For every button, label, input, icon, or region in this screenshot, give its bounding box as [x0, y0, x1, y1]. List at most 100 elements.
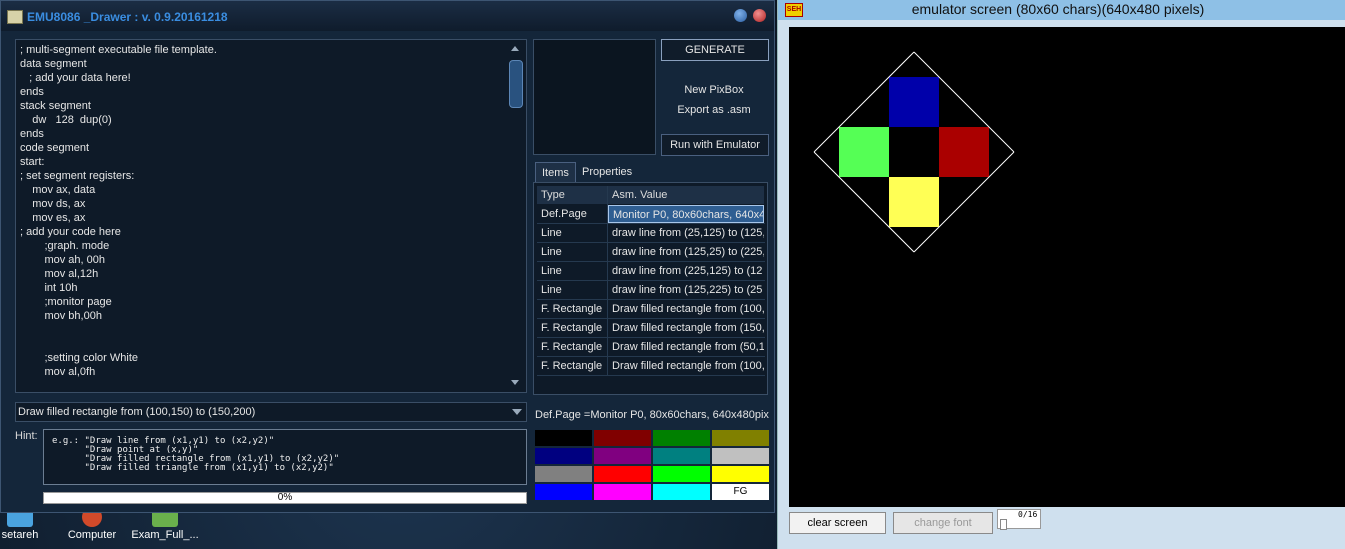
palette-swatch[interactable]	[712, 430, 769, 446]
scroll-up-icon[interactable]	[511, 46, 519, 51]
code-line: mov es, ax	[20, 212, 86, 224]
table-cell-value[interactable]: draw line from (125,225) to (25	[608, 281, 764, 299]
table-cell-value[interactable]: Draw filled rectangle from (150,	[608, 319, 764, 337]
table-cell-value[interactable]: draw line from (225,125) to (12	[608, 262, 764, 280]
new-pixbox-button[interactable]: New PixBox	[659, 84, 769, 96]
table-cell-value[interactable]: Draw filled rectangle from (50,1	[608, 338, 764, 356]
code-line: dw 128 dup(0)	[20, 114, 112, 126]
code-line: mov al,12h	[20, 268, 99, 280]
code-line: stack segment	[20, 100, 91, 112]
palette-swatch[interactable]: FG	[712, 484, 769, 500]
code-line: ends	[20, 128, 44, 140]
emulator-drawing	[813, 51, 1015, 253]
def-page-label: Def.Page =Monitor P0, 80x60chars, 640x48…	[535, 409, 769, 421]
filled-rectangle	[839, 127, 889, 177]
column-divider	[607, 186, 608, 376]
code-line: ;graph. mode	[20, 240, 110, 252]
palette-swatch[interactable]	[653, 430, 710, 446]
hint-line: "Draw filled triangle from (x1,y1) to (x…	[52, 463, 334, 473]
table-cell-type[interactable]: Line	[537, 262, 607, 280]
scrollbar-thumb[interactable]	[509, 60, 523, 108]
palette-swatch[interactable]	[712, 448, 769, 464]
generate-button[interactable]: GENERATE	[661, 39, 769, 61]
table-cell-type[interactable]: Def.Page	[537, 205, 607, 223]
code-line: ; set segment registers:	[20, 170, 135, 182]
table-cell-value[interactable]: Monitor P0, 80x60chars, 640x4	[608, 205, 764, 223]
hint-label: Hint:	[15, 430, 38, 442]
change-font-button[interactable]: change font	[893, 512, 993, 534]
command-input[interactable]: Draw filled rectangle from (100,150) to …	[15, 402, 527, 422]
row-divider	[537, 375, 765, 376]
palette-swatch[interactable]	[594, 430, 651, 446]
palette-swatch[interactable]	[535, 484, 592, 500]
code-line: int 10h	[20, 282, 78, 294]
font-counter: 0/16	[997, 509, 1041, 530]
palette-swatch[interactable]	[594, 466, 651, 482]
code-line: ends	[20, 86, 44, 98]
foreground-color-label: FG	[733, 486, 748, 497]
tab-properties[interactable]: Properties	[576, 162, 638, 182]
desktop-icon-label: setareh	[1, 529, 39, 541]
palette-swatch[interactable]	[535, 448, 592, 464]
table-cell-type[interactable]: F. Rectangle	[537, 357, 607, 375]
palette-swatch[interactable]	[594, 484, 651, 500]
filled-rectangle	[889, 77, 939, 127]
column-header-asm-value[interactable]: Asm. Value	[608, 186, 764, 204]
palette-swatch[interactable]	[594, 448, 651, 464]
close-button[interactable]	[753, 9, 766, 22]
code-line: data segment	[20, 58, 87, 70]
code-line: ; add your data here!	[20, 72, 131, 84]
table-cell-type[interactable]: F. Rectangle	[537, 338, 607, 356]
code-line: ;setting color White	[20, 352, 138, 364]
filled-rectangle	[939, 127, 989, 177]
code-line: ; multi-segment executable file template…	[20, 44, 217, 56]
palette-swatch[interactable]	[535, 430, 592, 446]
emulator-title: emulator screen (80x60 chars)(640x480 pi…	[911, 1, 1205, 17]
export-asm-button[interactable]: Export as .asm	[659, 104, 769, 116]
table-cell-value[interactable]: Draw filled rectangle from (100,	[608, 357, 764, 375]
code-line: start:	[20, 156, 45, 168]
palette-swatch[interactable]	[535, 466, 592, 482]
app-icon	[7, 10, 23, 24]
palette-swatch[interactable]	[653, 466, 710, 482]
counter-slider-handle[interactable]	[1000, 519, 1007, 530]
column-header-type[interactable]: Type	[537, 186, 607, 204]
scroll-down-icon[interactable]	[511, 380, 519, 385]
table-cell-value[interactable]: draw line from (125,25) to (225,	[608, 243, 764, 261]
table-cell-type[interactable]: Line	[537, 243, 607, 261]
desktop-icon-label: Exam_Full_...	[131, 529, 199, 541]
code-line: mov ax, data	[20, 184, 96, 196]
table-cell-value[interactable]: draw line from (25,125) to (125,	[608, 224, 764, 242]
pixbox-preview	[533, 39, 656, 155]
code-editor[interactable]: ; multi-segment executable file template…	[15, 39, 527, 393]
clear-screen-button[interactable]: clear screen	[789, 512, 886, 534]
emulator-title-bar[interactable]: SEH emulator screen (80x60 chars)(640x48…	[778, 0, 1345, 20]
run-emulator-button[interactable]: Run with Emulator	[661, 134, 769, 156]
emulator-window: SEH emulator screen (80x60 chars)(640x48…	[777, 0, 1345, 549]
items-table: Type Asm. Value Def.Page Monitor P0, 80x6…	[533, 182, 768, 395]
code-line: ; add your code here	[20, 226, 121, 238]
table-cell-type[interactable]: Line	[537, 224, 607, 242]
palette-swatch[interactable]	[653, 448, 710, 464]
hint-box: e.g.: "Draw line from (x1,y1) to (x2,y2)…	[43, 429, 527, 485]
emulator-screen	[789, 27, 1345, 507]
dropdown-chevron-icon[interactable]	[512, 409, 522, 415]
table-cell-value[interactable]: Draw filled rectangle from (100,	[608, 300, 764, 318]
code-line: code segment	[20, 142, 90, 154]
tab-items[interactable]: Items	[535, 162, 576, 182]
minimize-button[interactable]	[734, 9, 747, 22]
code-scrollbar[interactable]	[508, 42, 523, 390]
title-bar[interactable]: EMU8086 _Drawer : v. 0.9.20161218	[1, 1, 774, 31]
table-cell-type[interactable]: F. Rectangle	[537, 319, 607, 337]
palette-swatch[interactable]	[653, 484, 710, 500]
palette-swatch[interactable]	[712, 466, 769, 482]
code-line: mov ds, ax	[20, 198, 86, 210]
window-title: EMU8086 _Drawer : v. 0.9.20161218	[27, 10, 228, 24]
table-cell-type[interactable]: Line	[537, 281, 607, 299]
filled-rectangle	[889, 177, 939, 227]
code-line: mov ah, 00h	[20, 254, 105, 266]
table-cell-type[interactable]: F. Rectangle	[537, 300, 607, 318]
desktop-icon-label: Computer	[67, 529, 117, 541]
code-line: mov bh,00h	[20, 310, 102, 322]
code-line: ;monitor page	[20, 296, 112, 308]
